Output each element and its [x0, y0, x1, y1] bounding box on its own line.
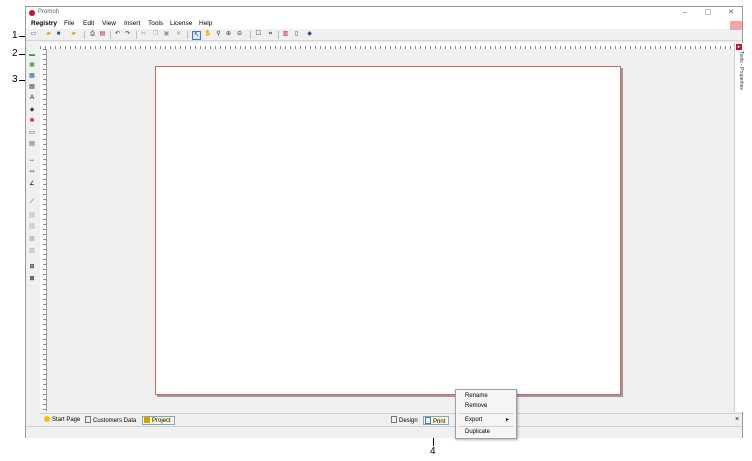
folder-icon: [144, 417, 150, 423]
save-icon[interactable]: ■: [55, 31, 62, 38]
unlink-icon[interactable]: ⛓: [28, 223, 36, 231]
document-icon: [85, 416, 91, 423]
draw-line-icon[interactable]: ⟋: [28, 198, 36, 206]
tools-properties-panel: ▸ Tools - Properties: [734, 43, 744, 412]
app-window: Promob – ▢ ✕ Registry File Edit View Ins…: [25, 6, 744, 438]
zoom-out-icon[interactable]: ⊖: [236, 31, 243, 38]
grid-icon[interactable]: ⊠: [28, 275, 36, 283]
context-menu-duplicate[interactable]: Duplicate: [456, 427, 516, 437]
menu-bar: Registry File Edit View Insert Tools Lic…: [26, 19, 742, 29]
menu-insert[interactable]: Insert: [124, 20, 140, 27]
window-title: Promob: [38, 9, 60, 15]
menu-license[interactable]: License: [170, 20, 192, 27]
insert-calendar-icon[interactable]: ▭: [28, 129, 36, 137]
menu-view[interactable]: View: [102, 20, 116, 27]
menu-tools[interactable]: Tools: [148, 20, 163, 27]
open-folder-icon[interactable]: ▰: [45, 31, 52, 38]
design-icon: [391, 416, 397, 423]
tools-properties-tab[interactable]: Tools - Properties: [735, 51, 744, 91]
select-pointer-icon[interactable]: ↖: [192, 31, 201, 40]
maximize-button[interactable]: ▢: [697, 7, 719, 19]
zoom-in-icon[interactable]: ⊕: [225, 31, 232, 38]
crop-icon[interactable]: ⊞: [28, 263, 36, 271]
context-menu-export[interactable]: Export ▸: [456, 415, 516, 425]
copy-icon[interactable]: ❐: [152, 31, 159, 38]
main-toolbar: ▭ ▰ ■ ▰ ⎙ ▤ ↶ ↷ ✂ ❐ ▣ ✕ ↖ ✋ ⚲ ⊕ ⊖ ☐ ⌗ ▥ …: [26, 30, 742, 41]
menu-help[interactable]: Help: [199, 20, 212, 27]
close-tab-button[interactable]: ×: [735, 416, 739, 423]
context-menu: Rename Remove Export ▸ Duplicate: [455, 389, 517, 439]
tab-project[interactable]: Project: [142, 416, 175, 425]
page-icon[interactable]: ▯: [293, 31, 300, 38]
undo-icon[interactable]: ↶: [114, 31, 121, 38]
minimize-button[interactable]: –: [674, 7, 696, 19]
new-file-icon[interactable]: ▭: [30, 31, 37, 38]
insert-barcode-icon[interactable]: ▤: [28, 83, 36, 91]
context-menu-rename[interactable]: Rename: [456, 391, 516, 401]
callout-4: 4: [430, 446, 436, 457]
vertical-ruler: [40, 49, 47, 411]
menu-file[interactable]: File: [64, 20, 74, 27]
insert-text-icon[interactable]: A: [28, 94, 36, 102]
delete-icon[interactable]: ✕: [175, 31, 182, 38]
side-toolbar: ▬ ▣ ▦ ▤ A ◈ ✱ ▭ ▤ ↔ ⇿ ∠ ⟋ ⛓ ⛓ ▩ ▨ ⊞ ⊠: [26, 49, 40, 411]
insert-logo-icon[interactable]: ✱: [28, 117, 36, 125]
start-page-icon: [44, 416, 50, 422]
properties-icon[interactable]: ◆: [306, 31, 313, 38]
frame-icon[interactable]: ☐: [255, 31, 262, 38]
paste-icon[interactable]: ▣: [163, 31, 170, 38]
insert-image-icon[interactable]: ▣: [28, 61, 36, 69]
link-icon[interactable]: ⛓: [28, 212, 36, 220]
print-icon: [425, 417, 431, 424]
callout-3: 3: [12, 74, 18, 85]
tab-customers-data[interactable]: Customers Data: [84, 416, 139, 425]
title-bar: Promob – ▢ ✕: [26, 7, 742, 19]
group-icon[interactable]: ▩: [28, 235, 36, 243]
print-icon[interactable]: ⎙: [89, 31, 96, 38]
fit-page-icon[interactable]: ⌗: [267, 31, 274, 38]
tab-print[interactable]: Print: [423, 416, 450, 425]
callout-2: 2: [12, 48, 18, 59]
context-menu-remove[interactable]: Remove: [456, 401, 516, 411]
insert-document-icon[interactable]: ▤: [28, 140, 36, 148]
insert-shape-icon[interactable]: ▬: [28, 51, 36, 59]
status-bar: [26, 426, 742, 438]
redo-icon[interactable]: ↷: [124, 31, 131, 38]
panel-pin-icon[interactable]: ▸: [736, 44, 742, 50]
cut-icon[interactable]: ✂: [140, 31, 147, 38]
print-page[interactable]: [155, 66, 621, 395]
tab-design[interactable]: Design: [390, 416, 421, 425]
menu-registry[interactable]: Registry: [31, 20, 57, 27]
tab-start-page[interactable]: Start Page: [43, 416, 83, 425]
layout-icon[interactable]: ▥: [282, 31, 289, 38]
submenu-arrow-icon: ▸: [506, 417, 510, 423]
insert-symbol-icon[interactable]: ◈: [28, 106, 36, 114]
zoom-window-icon[interactable]: ⚲: [215, 31, 222, 38]
dimension-aligned-icon[interactable]: ⇿: [28, 168, 36, 176]
ungroup-icon[interactable]: ▨: [28, 247, 36, 255]
dimension-horizontal-icon[interactable]: ↔: [28, 156, 36, 164]
dimension-angle-icon[interactable]: ∠: [28, 180, 36, 188]
export-icon[interactable]: ▰: [70, 31, 77, 38]
insert-table-icon[interactable]: ▦: [28, 72, 36, 80]
pan-hand-icon[interactable]: ✋: [204, 31, 211, 38]
menu-edit[interactable]: Edit: [83, 20, 94, 27]
close-button[interactable]: ✕: [720, 7, 742, 19]
document-tabs-bar: Start Page Customers Data Project Design…: [40, 413, 742, 426]
pdf-icon[interactable]: ▤: [99, 31, 106, 38]
callout-1: 1: [12, 30, 18, 41]
app-logo-icon: [29, 10, 35, 16]
